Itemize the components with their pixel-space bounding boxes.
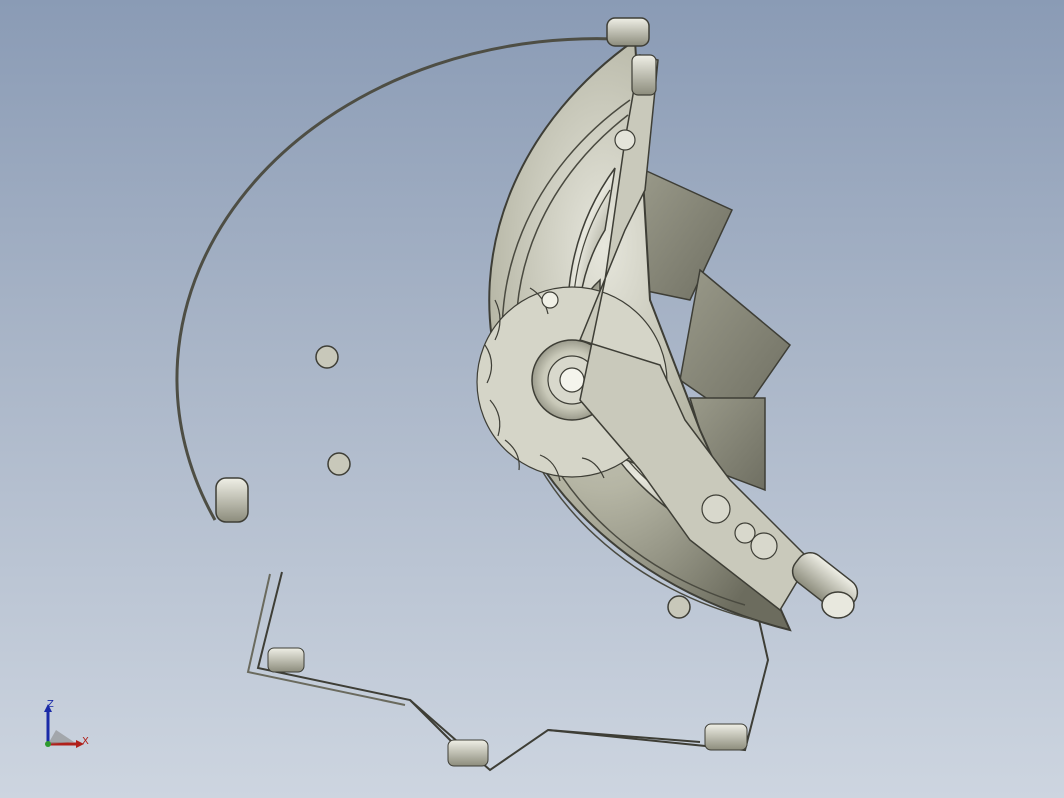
triad-y-shade [48, 730, 74, 744]
mounting-hole[interactable] [327, 452, 351, 476]
base-foot-boss-bottom[interactable] [447, 739, 489, 767]
cad-3d-viewport[interactable]: Z X [0, 0, 1064, 798]
triad-origin [45, 741, 51, 747]
triad-z-label: Z [47, 699, 54, 710]
blower-assembly-model[interactable] [0, 0, 1064, 798]
base-frame[interactable] [246, 571, 770, 772]
base-foot-boss-right[interactable] [704, 723, 748, 751]
base-foot-boss-left[interactable] [267, 647, 305, 673]
triad-x-label: X [82, 736, 89, 747]
coordinate-triad: Z X [38, 696, 98, 756]
mounting-hole[interactable] [667, 595, 691, 619]
mounting-hole[interactable] [315, 345, 339, 369]
side-boss[interactable] [215, 477, 249, 523]
